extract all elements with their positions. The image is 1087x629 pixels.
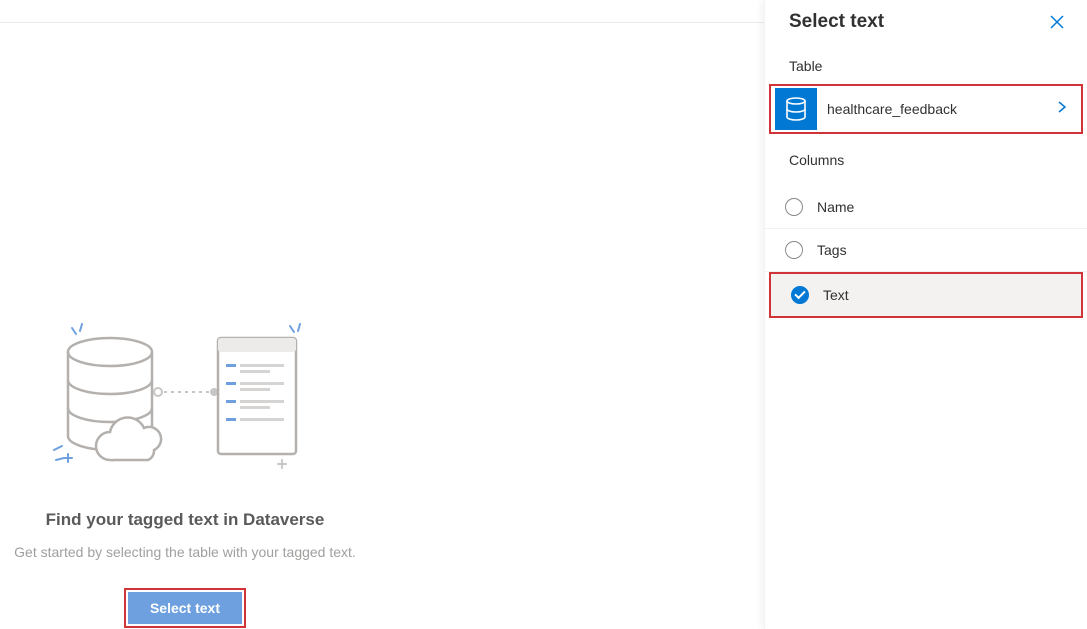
column-option-text[interactable]: Text	[771, 274, 1081, 316]
chevron-right-icon	[1057, 100, 1077, 119]
radio-checked	[791, 286, 809, 304]
column-option-text-highlight: Text	[769, 272, 1083, 318]
column-option-name[interactable]: Name	[765, 186, 1087, 229]
column-label: Name	[817, 199, 854, 215]
table-picker[interactable]: healthcare_feedback	[775, 88, 1077, 130]
radio-unchecked	[785, 198, 803, 216]
panel-header: Select text	[765, 0, 1087, 40]
column-option-tags[interactable]: Tags	[765, 229, 1087, 272]
table-name: healthcare_feedback	[827, 101, 1047, 117]
close-icon	[1049, 14, 1065, 30]
empty-state: Find your tagged text in Dataverse Get s…	[0, 510, 370, 628]
select-text-panel: Select text Table healthcare_feedback	[764, 0, 1087, 629]
close-button[interactable]	[1045, 10, 1069, 34]
columns-section-label: Columns	[765, 134, 1087, 178]
table-picker-highlight: healthcare_feedback	[769, 84, 1083, 134]
table-section-label: Table	[765, 40, 1087, 84]
empty-state-heading: Find your tagged text in Dataverse	[46, 510, 325, 530]
panel-title: Select text	[789, 11, 884, 33]
empty-state-subtext: Get started by selecting the table with …	[14, 544, 356, 560]
column-label: Tags	[817, 242, 847, 258]
column-label: Text	[823, 287, 849, 303]
database-icon	[775, 88, 817, 130]
dataverse-illustration	[50, 320, 310, 480]
radio-unchecked	[785, 241, 803, 259]
select-text-button[interactable]: Select text	[128, 592, 242, 624]
columns-list: Name Tags Text	[765, 186, 1087, 318]
top-divider	[0, 22, 764, 23]
select-text-button-highlight: Select text	[124, 588, 246, 628]
